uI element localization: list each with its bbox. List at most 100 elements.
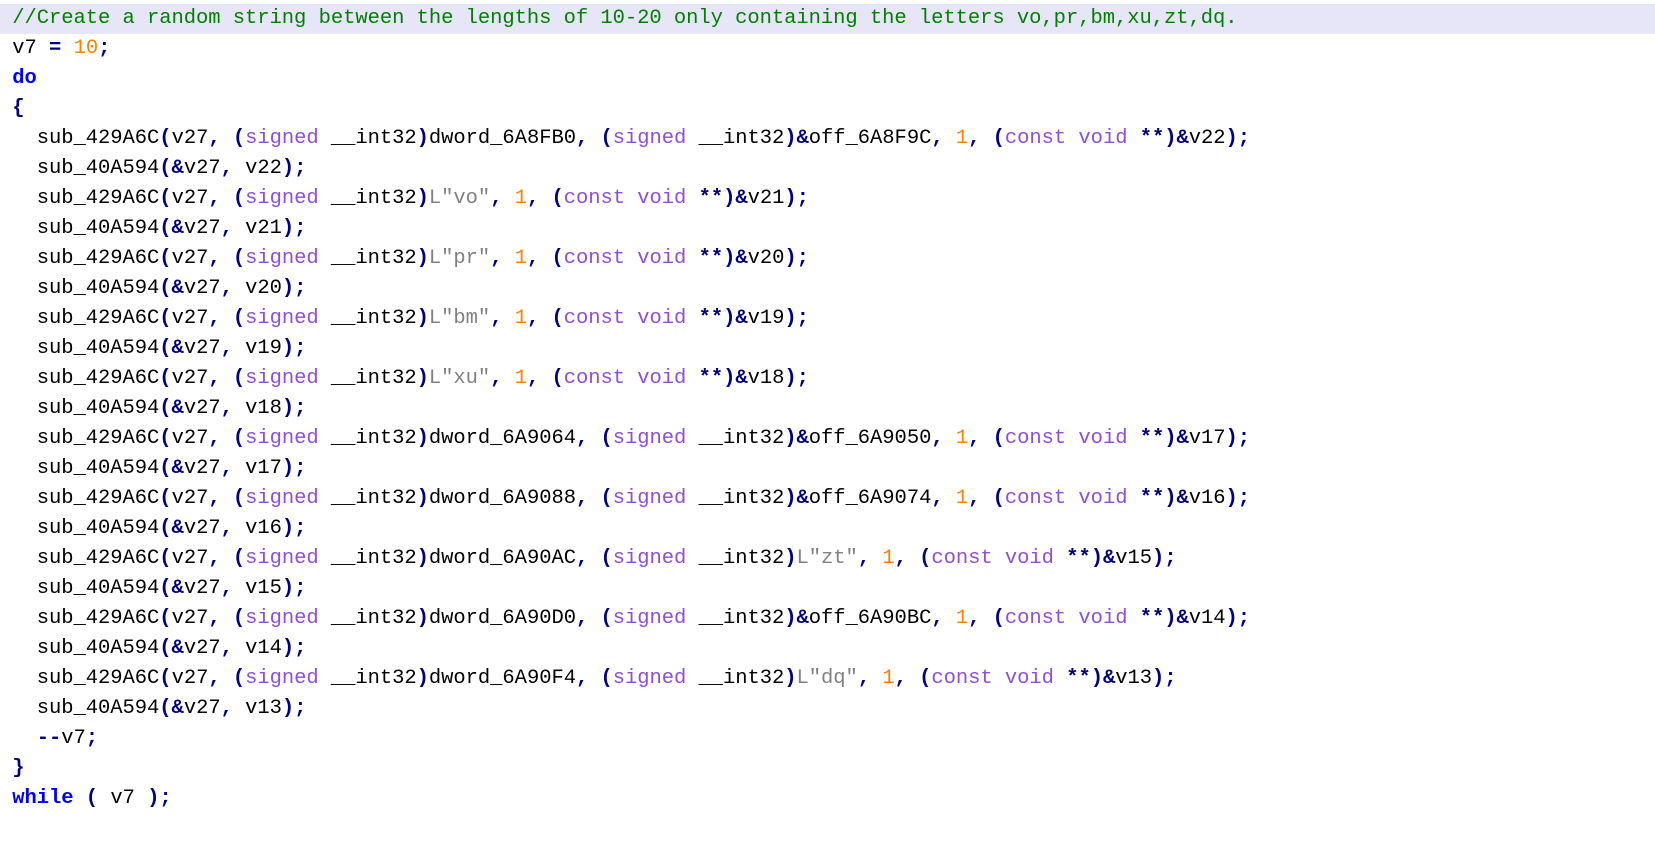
code-line[interactable]: sub_429A6C(v27, (signed __int32)dword_6A…: [0, 484, 1655, 514]
code-line[interactable]: {: [0, 94, 1655, 124]
code-token-type: const void: [1004, 607, 1140, 630]
code-line[interactable]: sub_40A594(&v27, v20);: [0, 274, 1655, 304]
code-line[interactable]: sub_429A6C(v27, (signed __int32)dword_6A…: [0, 544, 1655, 574]
code-token-num: 1: [882, 547, 895, 570]
code-token-type: const void: [563, 247, 699, 270]
code-token-punc: );: [1151, 547, 1177, 570]
code-token-ident: v27: [183, 637, 221, 660]
code-token-str: L"zt": [796, 547, 858, 570]
code-token-ident: v27: [171, 307, 209, 330]
code-token-punc: ,: [208, 607, 221, 630]
code-token-punc: ,: [526, 367, 540, 390]
code-token-ident: v16: [232, 517, 282, 540]
code-token-data: off_6A9074: [808, 487, 932, 510]
code-line[interactable]: sub_429A6C(v27, (signed __int32)L"vo", 1…: [0, 184, 1655, 214]
code-token-type: signed: [245, 127, 331, 150]
code-line[interactable]: sub_429A6C(v27, (signed __int32)L"pr", 1…: [0, 244, 1655, 274]
code-token-punc: ,: [931, 127, 944, 150]
code-token-punc: );: [1225, 607, 1250, 630]
code-token-punc: );: [281, 277, 307, 300]
code-token-punc: );: [281, 637, 307, 660]
code-line[interactable]: //Create a random string between the len…: [0, 4, 1655, 34]
code-line[interactable]: sub_40A594(&v27, v17);: [0, 454, 1655, 484]
code-token-ident: v18: [747, 367, 785, 390]
code-token-ident: v27: [183, 517, 221, 540]
code-token-ident: v27: [171, 127, 209, 150]
code-token-punc: (: [551, 367, 564, 390]
code-line[interactable]: sub_40A594(&v27, v13);: [0, 694, 1655, 724]
code-token-punc: );: [784, 307, 809, 330]
code-token-punc: (: [992, 607, 1005, 630]
code-token-ident: v13: [232, 697, 282, 720]
code-token-punc: );: [784, 367, 809, 390]
code-token-punc: (: [159, 667, 172, 690]
code-token-punc: ,: [220, 577, 233, 600]
code-line[interactable]: sub_429A6C(v27, (signed __int32)dword_6A…: [0, 424, 1655, 454]
code-token-ident: [588, 547, 600, 570]
code-token-punc: );: [1225, 487, 1250, 510]
code-token-type: signed: [612, 487, 699, 510]
code-line[interactable]: sub_40A594(&v27, v19);: [0, 334, 1655, 364]
code-line[interactable]: sub_429A6C(v27, (signed __int32)L"bm", 1…: [0, 304, 1655, 334]
code-line[interactable]: sub_40A594(&v27, v18);: [0, 394, 1655, 424]
code-token-ident: v21: [232, 217, 282, 240]
code-token-punc: ,: [968, 427, 981, 450]
code-token-func: sub_429A6C: [36, 547, 160, 570]
code-token-ident: [539, 367, 551, 390]
pseudocode-view[interactable]: //Create a random string between the len…: [0, 0, 1655, 814]
code-token-type: const void: [563, 367, 699, 390]
code-token-ident: [944, 427, 956, 450]
code-line[interactable]: sub_40A594(&v27, v16);: [0, 514, 1655, 544]
code-token-punc: --: [36, 727, 62, 750]
code-token-ident: [907, 547, 919, 570]
code-token-punc: );: [281, 337, 307, 360]
code-line[interactable]: sub_429A6C(v27, (signed __int32)dword_6A…: [0, 664, 1655, 694]
code-token-data: off_6A9050: [808, 427, 932, 450]
code-token-punc: **)&: [1139, 427, 1189, 450]
code-token-punc: )&: [784, 427, 809, 450]
code-line[interactable]: sub_40A594(&v27, v22);: [0, 154, 1655, 184]
code-token-ident: [221, 367, 233, 390]
code-token-ident: __int32: [330, 127, 417, 150]
code-token-data: off_6A90BC: [808, 607, 932, 630]
code-line[interactable]: sub_40A594(&v27, v15);: [0, 574, 1655, 604]
code-token-punc: (: [159, 427, 172, 450]
code-line[interactable]: while ( v7 );: [0, 784, 1655, 814]
code-token-punc: (: [232, 487, 246, 510]
code-token-func: sub_40A594: [36, 457, 160, 480]
code-token-data: dword_6A9088: [428, 487, 576, 510]
code-token-func: sub_429A6C: [36, 487, 160, 510]
code-token-punc: );: [1225, 427, 1250, 450]
code-token-ident: [61, 37, 73, 60]
code-token-func: sub_429A6C: [36, 127, 160, 150]
code-token-punc: ,: [220, 397, 233, 420]
code-token-punc: {: [12, 97, 25, 120]
code-token-punc: ): [416, 487, 429, 510]
code-token-ident: __int32: [330, 487, 417, 510]
code-line[interactable]: v7 = 10;: [0, 34, 1655, 64]
code-token-punc: )&: [784, 487, 809, 510]
code-token-ident: __int32: [330, 607, 417, 630]
code-line[interactable]: sub_429A6C(v27, (signed __int32)dword_6A…: [0, 604, 1655, 634]
code-line[interactable]: do: [0, 64, 1655, 94]
code-token-punc: (: [600, 427, 613, 450]
code-token-punc: (: [232, 427, 246, 450]
code-token-punc: (: [551, 187, 564, 210]
code-token-punc: (&: [159, 697, 184, 720]
code-token-punc: ,: [220, 277, 233, 300]
code-token-punc: (: [85, 787, 99, 810]
code-token-ident: __int32: [330, 367, 417, 390]
code-line[interactable]: --v7;: [0, 724, 1655, 754]
code-token-punc: ,: [208, 547, 221, 570]
code-line[interactable]: sub_40A594(&v27, v14);: [0, 634, 1655, 664]
code-line[interactable]: sub_429A6C(v27, (signed __int32)dword_6A…: [0, 124, 1655, 154]
code-line[interactable]: sub_40A594(&v27, v21);: [0, 214, 1655, 244]
code-token-ident: __int32: [330, 667, 417, 690]
code-line[interactable]: }: [0, 754, 1655, 784]
code-token-data: dword_6A90AC: [428, 547, 576, 570]
code-line[interactable]: sub_429A6C(v27, (signed __int32)L"xu", 1…: [0, 364, 1655, 394]
code-token-punc: ,: [526, 187, 540, 210]
code-token-str: L"dq": [796, 667, 858, 690]
